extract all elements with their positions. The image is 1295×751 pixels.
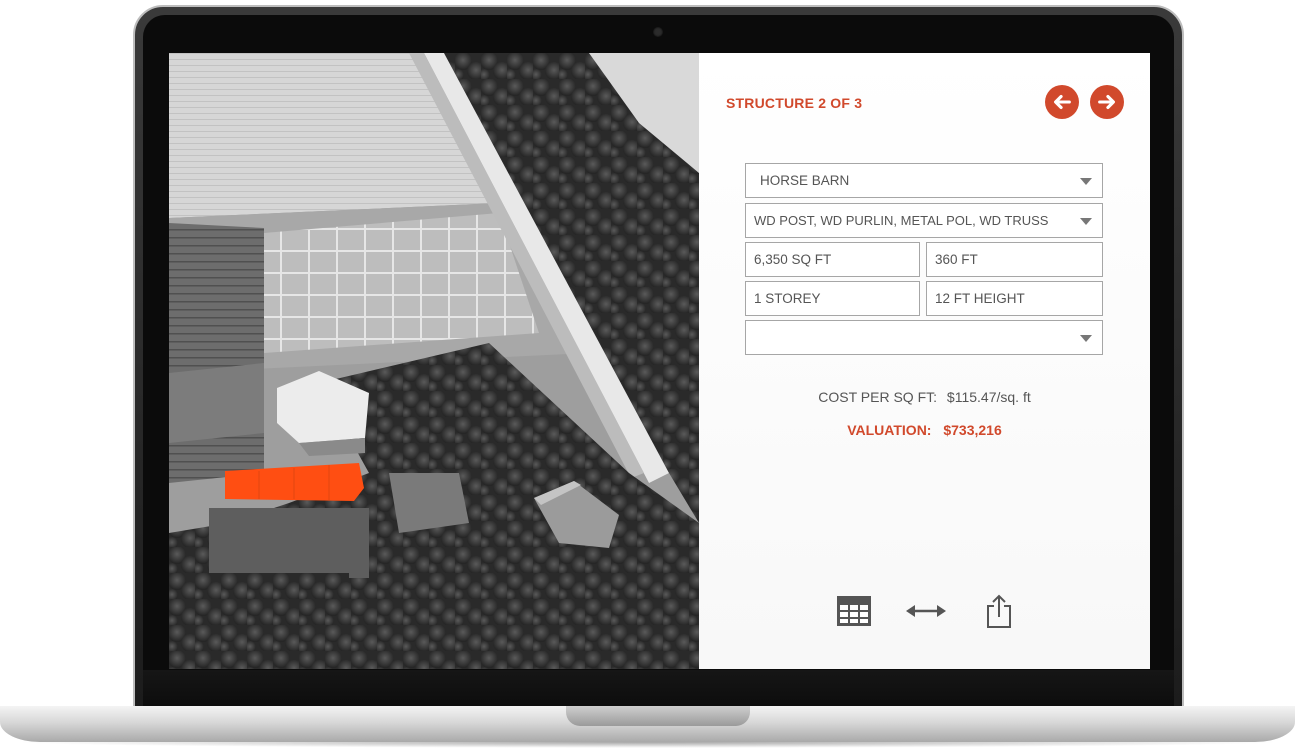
aerial-photo[interactable] (169, 53, 699, 669)
share-button[interactable] (981, 593, 1017, 629)
laptop-notch (566, 706, 750, 726)
storeys-value: 1 STOREY (754, 291, 821, 306)
valuation-label: VALUATION: (847, 422, 932, 438)
perimeter-input[interactable]: 360 FT (926, 242, 1103, 277)
construction-value: WD POST, WD PURLIN, METAL POL, WD TRUSS (754, 213, 1049, 228)
cost-per-sqft: COST PER SQ FT: $115.47/sq. ft (699, 389, 1150, 405)
structure-type-select[interactable]: HORSE BARN (745, 163, 1103, 198)
chevron-down-icon (1080, 217, 1092, 225)
webcam (653, 27, 663, 37)
previous-structure-button[interactable] (1045, 85, 1079, 119)
cost-label: COST PER SQ FT: (818, 389, 938, 405)
height-value: 12 FT HEIGHT (935, 291, 1025, 306)
structure-counter: STRUCTURE 2 OF 3 (726, 95, 863, 111)
height-input[interactable]: 12 FT HEIGHT (926, 281, 1103, 316)
app-screen: STRUCTURE 2 OF 3 HORSE BARN WD POST, WD … (169, 53, 1150, 669)
laptop-chin (143, 670, 1174, 710)
structure-type-value: HORSE BARN (760, 173, 850, 188)
storeys-input[interactable]: 1 STOREY (745, 281, 920, 316)
share-icon (987, 594, 1011, 628)
construction-select[interactable]: WD POST, WD PURLIN, METAL POL, WD TRUSS (745, 203, 1103, 238)
valuation: VALUATION: $733,216 (699, 422, 1150, 438)
table-view-button[interactable] (834, 593, 874, 629)
chevron-down-icon (1080, 177, 1092, 185)
next-structure-button[interactable] (1090, 85, 1124, 119)
chevron-down-icon (1080, 334, 1092, 342)
arrow-right-icon (1098, 94, 1115, 110)
cost-value: $115.47/sq. ft (946, 389, 1031, 405)
area-input[interactable]: 6,350 SQ FT (745, 242, 920, 277)
structure-panel: STRUCTURE 2 OF 3 HORSE BARN WD POST, WD … (699, 53, 1150, 669)
area-value: 6,350 SQ FT (754, 252, 832, 267)
resize-horizontal-icon (906, 605, 946, 617)
compare-button[interactable] (905, 593, 947, 629)
additional-option-select[interactable] (745, 320, 1103, 355)
valuation-value: $733,216 (943, 422, 1002, 438)
perimeter-value: 360 FT (935, 252, 978, 267)
arrow-left-icon (1054, 94, 1071, 110)
table-icon (837, 596, 871, 626)
